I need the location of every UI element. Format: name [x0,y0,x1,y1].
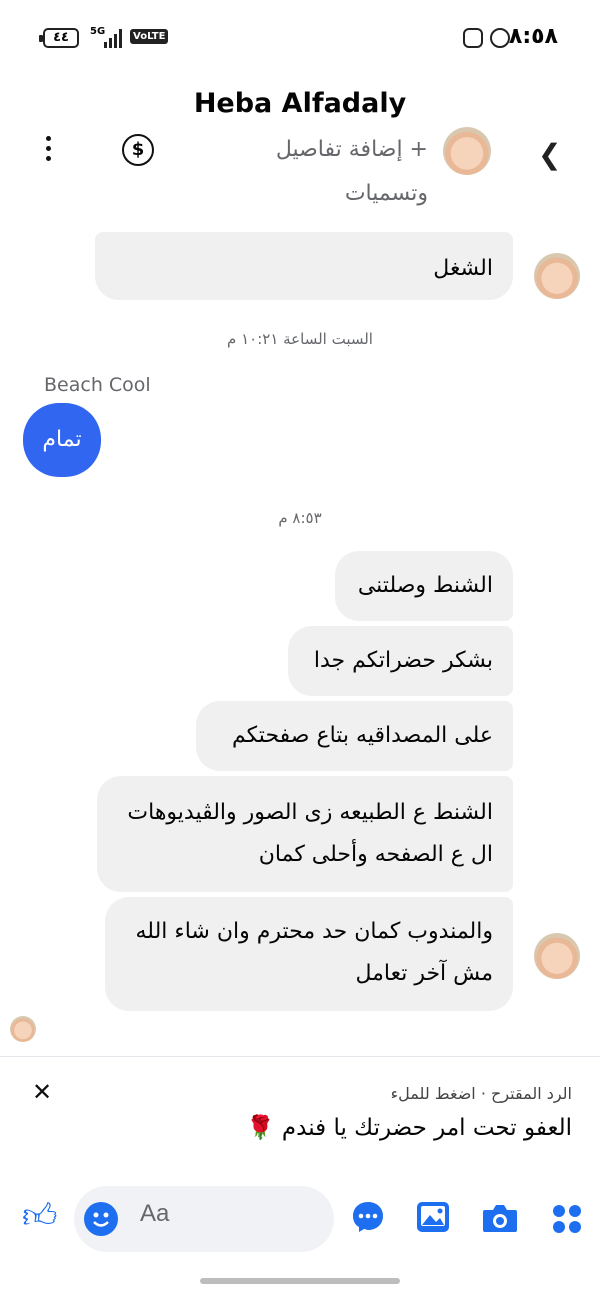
message-text: الشنط وصلتنى [357,573,493,598]
message-bubble[interactable]: على المصداقيه بتاع صفحتكم [196,701,513,771]
battery-level: ٤٤ [53,30,69,45]
message-text: الشغل [433,256,493,281]
input-placeholder: Aa [140,1200,170,1227]
battery-icon: ٤٤ [39,28,79,48]
suggested-reply-label: الرد المقترح · اضغط للملء [390,1084,572,1103]
close-icon[interactable]: ✕ [32,1078,52,1106]
message-text: والمندوب كمان حد محترم وان شاء الله [135,919,494,944]
message-bubble[interactable]: الشنط ع الطبيعه زى الصور والڤيديوهات ال … [97,776,513,892]
like-icon[interactable]: 👍︎ [22,1196,58,1237]
home-indicator[interactable] [200,1278,400,1284]
chat-bubble-icon[interactable] [351,1200,385,1238]
message-text: الشنط ع الطبيعه زى الصور والڤيديوهات [127,800,493,825]
emoji-icon[interactable] [84,1202,118,1236]
timestamp: ٨:٥٣ م [278,509,322,527]
signal-icon [104,28,122,48]
sent-message-bubble[interactable]: تمام [23,403,101,477]
contact-avatar-small [534,253,580,299]
divider [0,1056,600,1057]
message-bubble[interactable]: الشنط وصلتنى [335,551,513,621]
clock: ٨:٥٨ [508,24,558,49]
message-bubble[interactable]: والمندوب كمان حد محترم وان شاء الله مش آ… [105,897,513,1011]
message-text: مش آخر تعامل [355,961,493,986]
contact-avatar[interactable] [443,127,491,175]
message-input[interactable]: Aa [74,1186,334,1252]
more-options-icon[interactable] [46,136,51,161]
network-type: 5G [90,26,106,37]
instagram-icon [463,28,483,48]
play-icon [490,28,510,48]
status-bar: ٤٤ 5G VoLTE ٨:٥٨ [0,0,600,72]
labels-label: وتسميات [344,181,428,206]
message-text: ال ع الصفحه وأحلى كمان [258,842,493,867]
dollar-icon[interactable]: $ [122,134,154,166]
gallery-icon[interactable] [416,1201,450,1237]
suggested-reply[interactable]: العفو تحت امر حضرتك يا فندم 🌹 [246,1114,572,1141]
apps-grid-icon[interactable] [551,1203,583,1239]
sender-name: Beach Cool [44,374,151,396]
add-details-link[interactable]: + إضافة تفاصيل وتسميات [168,128,428,216]
message-text: تمام [42,427,82,452]
contact-avatar-small [534,933,580,979]
read-receipt-avatar [10,1016,36,1042]
message-text: بشكر حضراتكم جدا [313,648,493,673]
message-bubble[interactable]: الشغل [95,232,513,300]
message-text: على المصداقيه بتاع صفحتكم [232,723,493,748]
timestamp: السبت الساعة ١٠:٢١ م [227,330,373,348]
add-details-label: + إضافة تفاصيل [275,137,428,162]
camera-icon[interactable] [482,1203,518,1237]
back-chevron-icon[interactable]: ❮ [538,138,561,171]
message-bubble[interactable]: بشكر حضراتكم جدا [288,626,513,696]
contact-name[interactable]: Heba Alfadaly [0,88,600,119]
volte-badge: VoLTE [130,29,169,44]
